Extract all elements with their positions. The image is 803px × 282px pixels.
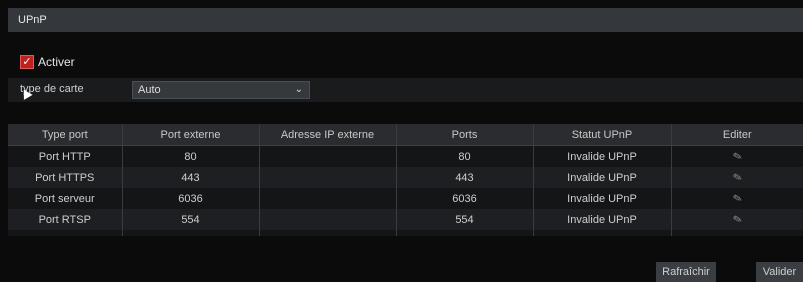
column-header: Statut UPnP [533, 124, 672, 146]
enable-label: Activer [38, 55, 75, 69]
external-port-cell: 443 [122, 167, 260, 188]
external-ip-cell [259, 167, 397, 188]
upnp-status-cell: Invalide UPnP [533, 188, 672, 209]
column-header: Editer [671, 124, 803, 146]
edit-cell: ✎ [671, 167, 803, 188]
ok-button[interactable]: Valider [756, 262, 803, 282]
column-header: Adresse IP externe [259, 124, 397, 146]
table-row[interactable]: Port serveur 6036 6036 Invalide UPnP ✎ [8, 188, 803, 209]
upnp-status-cell: Invalide UPnP [533, 209, 672, 230]
external-ip-cell [259, 188, 397, 209]
external-port-cell: 80 [122, 145, 260, 167]
edit-cell: ✎ [671, 145, 803, 167]
chevron-down-icon: ⌄ [294, 84, 303, 95]
port-type-cell: Port HTTP [8, 145, 123, 167]
map-type-row: type de carte Auto ⌄ [8, 78, 803, 102]
table-filler-row [8, 230, 803, 236]
external-ip-cell [259, 145, 397, 167]
enable-checkbox-row[interactable]: ✓ Activer [20, 54, 75, 70]
map-type-select[interactable]: Auto ⌄ [132, 81, 310, 99]
pencil-icon[interactable]: ✎ [731, 149, 743, 164]
checkmark-icon[interactable]: ✓ [20, 55, 34, 69]
port-type-cell: Port HTTPS [8, 167, 123, 188]
column-header: Type port [8, 124, 123, 146]
column-header: Ports [396, 124, 534, 146]
window-title: UPnP [18, 14, 47, 26]
refresh-button[interactable]: Rafraîchir [656, 262, 716, 282]
port-cell: 80 [396, 145, 534, 167]
upnp-port-table: Type port Port externe Adresse IP extern… [8, 124, 803, 236]
column-header: Port externe [122, 124, 260, 146]
port-cell: 6036 [396, 188, 534, 209]
upnp-status-cell: Invalide UPnP [533, 145, 672, 167]
port-cell: 443 [396, 167, 534, 188]
table-row[interactable]: Port RTSP 554 554 Invalide UPnP ✎ [8, 209, 803, 230]
pencil-icon[interactable]: ✎ [731, 212, 743, 227]
port-type-cell: Port RTSP [8, 209, 123, 230]
edit-cell: ✎ [671, 209, 803, 230]
external-port-cell: 554 [122, 209, 260, 230]
port-type-cell: Port serveur [8, 188, 123, 209]
table-row[interactable]: Port HTTPS 443 443 Invalide UPnP ✎ [8, 167, 803, 188]
table-row[interactable]: Port HTTP 80 80 Invalide UPnP ✎ [8, 145, 803, 167]
pencil-icon[interactable]: ✎ [731, 191, 743, 206]
port-cell: 554 [396, 209, 534, 230]
external-port-cell: 6036 [122, 188, 260, 209]
title-bar: UPnP [8, 8, 803, 32]
map-type-value: Auto [138, 84, 161, 96]
edit-cell: ✎ [671, 188, 803, 209]
table-header-row: Type port Port externe Adresse IP extern… [8, 124, 803, 146]
pencil-icon[interactable]: ✎ [731, 170, 743, 185]
external-ip-cell [259, 209, 397, 230]
upnp-status-cell: Invalide UPnP [533, 167, 672, 188]
